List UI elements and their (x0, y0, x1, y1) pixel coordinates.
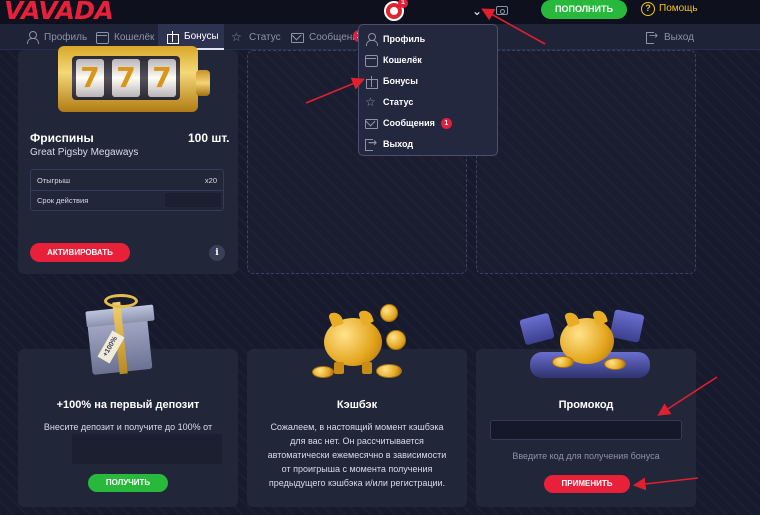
deposit-title: +100% на первый депозит (56, 399, 200, 411)
gift-bow (104, 294, 138, 308)
cashback-text-line: автоматически ежемесячно в зависимости (267, 450, 447, 460)
star-icon: ☆ (365, 95, 376, 109)
empty-bonus-slot (476, 50, 696, 274)
coin-icon (380, 304, 398, 322)
info-icon[interactable]: i (209, 245, 225, 261)
gift-crate-icon (609, 309, 645, 343)
messages-badge: 1 (440, 117, 452, 129)
tab-label: Статус (249, 31, 281, 43)
chevron-down-icon[interactable]: ⌄ (472, 4, 482, 18)
coin-icon (386, 330, 406, 350)
menu-item-label: Бонусы (383, 76, 418, 86)
cashback-text-line: предыдущего кэшбэка и/или регистрации. (268, 478, 446, 488)
coin-icon (376, 364, 402, 378)
freespins-details-table: Отыгрыш x20 Срок действия (30, 169, 224, 211)
redacted-value (165, 193, 221, 207)
freespins-count: 100 шт. (188, 131, 230, 145)
menu-item-label: Выход (383, 139, 414, 149)
profile-dropdown-menu: Профиль Кошелёк Бонусы ☆ Статус Сообщени… (358, 24, 498, 156)
wallet-icon (365, 54, 378, 67)
menu-item-profile[interactable]: Профиль (365, 29, 425, 49)
help-icon[interactable]: ? (641, 2, 655, 16)
mail-icon (365, 117, 378, 129)
tab-label: Выход (664, 31, 694, 43)
coin-icon (604, 358, 626, 370)
table-row: Отыгрыш x20 (31, 170, 223, 190)
gift-icon (166, 30, 179, 44)
menu-item-logout[interactable]: Выход (365, 134, 413, 154)
apply-promo-button[interactable]: ПРИМЕНИТЬ (544, 475, 630, 493)
tab-label: Профиль (44, 31, 88, 43)
get-bonus-button[interactable]: ПОЛУЧИТЬ (88, 474, 168, 492)
pig-leg (362, 362, 372, 374)
menu-item-label: Статус (383, 97, 414, 107)
menu-item-status[interactable]: ☆ Статус (365, 92, 413, 112)
user-icon (365, 33, 378, 46)
gift-crate-icon (519, 312, 555, 346)
tab-label: Кошелёк (114, 31, 155, 43)
redacted-text (72, 434, 222, 464)
reel: 7 (148, 59, 176, 97)
coin-icon (552, 356, 574, 368)
wallet-icon (96, 31, 109, 44)
menu-item-label: Кошелёк (383, 55, 422, 65)
gift-icon (365, 75, 378, 89)
coin-icon (312, 366, 334, 378)
menu-item-messages[interactable]: Сообщения 1 (365, 113, 452, 133)
menu-item-label: Профиль (383, 34, 426, 44)
reel: 7 (76, 59, 104, 97)
reel: 7 (112, 59, 140, 97)
menu-item-bonuses[interactable]: Бонусы (365, 71, 418, 91)
star-icon: ☆ (231, 30, 242, 44)
tab-label: Бонусы (184, 30, 219, 42)
topup-button[interactable]: ПОПОЛНИТЬ (541, 0, 627, 19)
promo-hint: Введите код для получения бонуса (512, 451, 660, 461)
tab-logout[interactable]: Выход (646, 24, 694, 50)
exit-icon (365, 136, 377, 151)
deposit-text-line: Внесите депозит и получите до 100% от (43, 422, 213, 432)
activate-button[interactable]: АКТИВИРОВАТЬ (30, 243, 130, 262)
user-icon (26, 31, 39, 44)
promo-title: Промокод (558, 399, 614, 411)
avatar[interactable]: 1 (384, 0, 408, 23)
cashback-title: Кэшбэк (336, 399, 378, 411)
tab-status[interactable]: ☆ Статус (231, 24, 281, 50)
cashback-text-line: для вас нет. Он рассчитывается (290, 436, 424, 446)
menu-item-wallet[interactable]: Кошелёк (365, 50, 422, 70)
cashback-text-line: от проигрыша с момента получения (281, 464, 433, 474)
mail-icon (291, 31, 304, 43)
row-label: Срок действия (37, 196, 89, 205)
row-value: x20 (204, 175, 217, 185)
freespins-game: Great Pigsby Megaways (30, 147, 139, 158)
cashback-text-line: Сожалеем, в настоящий момент кэшбэка (270, 422, 444, 432)
slot-lever (196, 70, 210, 96)
cash-icon[interactable] (496, 6, 508, 15)
vavada-logo[interactable]: VAVADA (4, 0, 114, 25)
promo-code-input[interactable] (490, 420, 682, 440)
pig-leg (334, 362, 344, 374)
slot-machine-icon: 7 7 7 (58, 46, 198, 112)
exit-icon (646, 29, 658, 44)
row-label: Отыгрыш (37, 175, 70, 185)
help-link[interactable]: Помощь (659, 3, 698, 14)
menu-item-label: Сообщения (383, 118, 435, 128)
freespins-title: Фриспины (30, 131, 94, 145)
